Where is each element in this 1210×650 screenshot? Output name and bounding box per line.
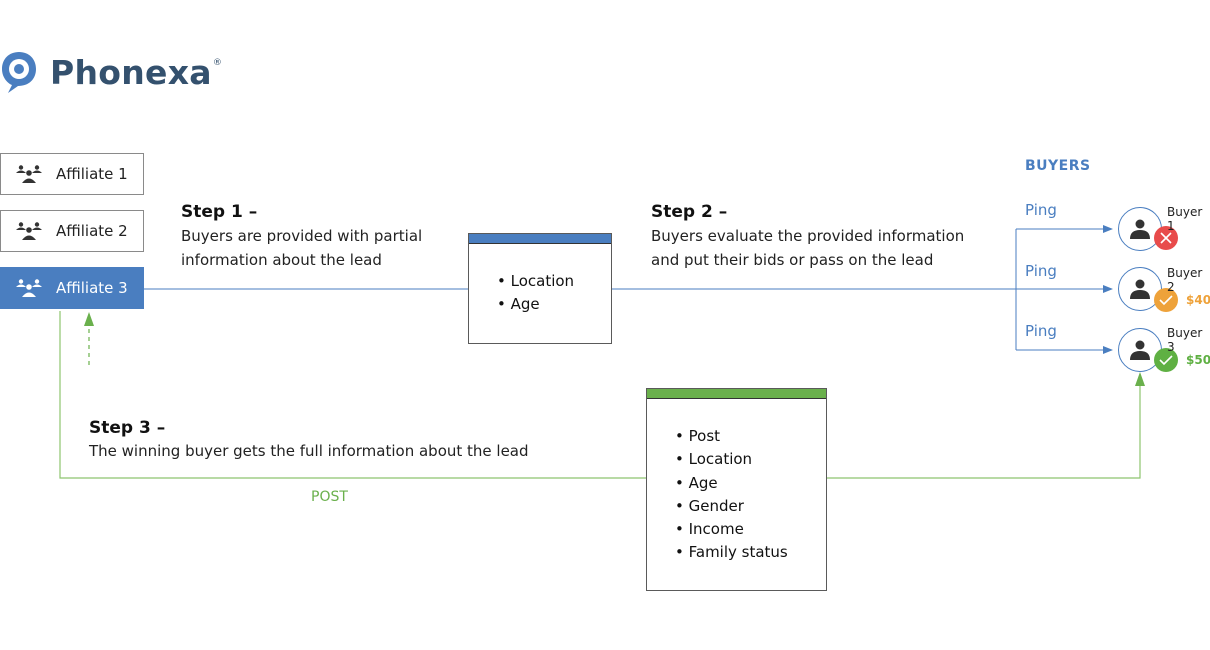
ping-label-2: Ping: [1025, 262, 1057, 280]
group-icon: [16, 165, 42, 183]
buyer-1-name: Buyer 1: [1167, 205, 1203, 233]
step-1-title: Step 1 –: [181, 202, 258, 222]
post-label: POST: [311, 489, 348, 505]
ping-label-3: Ping: [1025, 322, 1057, 340]
step-2-line: and put their bids or pass on the lead: [651, 251, 934, 269]
step-1-description: Buyers are provided with partial informa…: [181, 224, 422, 272]
affiliate-label: Affiliate 2: [56, 222, 128, 240]
post-field: Gender: [675, 495, 826, 518]
step-1: Step 1 – Buyers are provided with partia…: [181, 202, 422, 272]
step-3-title: Step 3 –: [89, 418, 166, 438]
group-icon: [16, 222, 42, 240]
step-3-description: The winning buyer gets the full informat…: [89, 442, 529, 460]
ping-box-header: [469, 234, 611, 244]
post-data-box: Post Location Age Gender Income Family s…: [646, 388, 827, 591]
affiliate-label: Affiliate 1: [56, 165, 128, 183]
post-field: Location: [675, 448, 826, 471]
step-1-line: information about the lead: [181, 251, 382, 269]
step-1-line: Buyers are provided with partial: [181, 227, 423, 245]
step-3: Step 3 – The winning buyer gets the full…: [89, 418, 529, 463]
brand-logo: Phonexa ®: [0, 50, 222, 94]
buyer-3-name: Buyer 3: [1167, 326, 1203, 354]
person-icon: [1130, 219, 1150, 239]
person-icon: [1130, 340, 1150, 360]
post-field-list: Post Location Age Gender Income Family s…: [675, 425, 826, 565]
post-field: Post: [675, 425, 826, 448]
post-field: Family status: [675, 541, 826, 564]
affiliate-2[interactable]: Affiliate 2: [0, 210, 144, 252]
affiliate-1[interactable]: Affiliate 1: [0, 153, 144, 195]
buyer-2-name: Buyer 2: [1167, 266, 1203, 294]
ping-field-list: Location Age: [497, 270, 611, 317]
brand-name: Phonexa: [50, 52, 212, 92]
step-2: Step 2 – Buyers evaluate the provided in…: [651, 202, 964, 272]
group-icon: [16, 279, 42, 297]
person-icon: [1130, 279, 1150, 299]
return-arrowhead: [84, 312, 94, 326]
affiliate-3[interactable]: Affiliate 3: [0, 267, 144, 309]
step-2-title: Step 2 –: [651, 202, 728, 222]
post-arrowhead: [1135, 372, 1145, 386]
check-icon: [1159, 295, 1173, 306]
buyers-heading: BUYERS: [1025, 158, 1091, 174]
step-2-description: Buyers evaluate the provided information…: [651, 224, 964, 272]
affiliate-label: Affiliate 3: [56, 279, 128, 297]
post-box-header: [647, 389, 826, 399]
ping-label-1: Ping: [1025, 201, 1057, 219]
chat-bubble-pin-icon: [2, 52, 36, 93]
ping-data-box: Location Age: [468, 233, 612, 344]
buyer-3-bid: $50: [1186, 353, 1210, 367]
post-field: Income: [675, 518, 826, 541]
post-field: Age: [675, 472, 826, 495]
step-2-line: Buyers evaluate the provided information: [651, 227, 965, 245]
x-icon: [1160, 232, 1172, 244]
registered-mark: ®: [212, 58, 222, 68]
check-icon: [1159, 355, 1173, 366]
buyer-2-bid: $40: [1186, 293, 1210, 307]
ping-field: Location: [497, 270, 611, 293]
ping-field: Age: [497, 293, 611, 316]
